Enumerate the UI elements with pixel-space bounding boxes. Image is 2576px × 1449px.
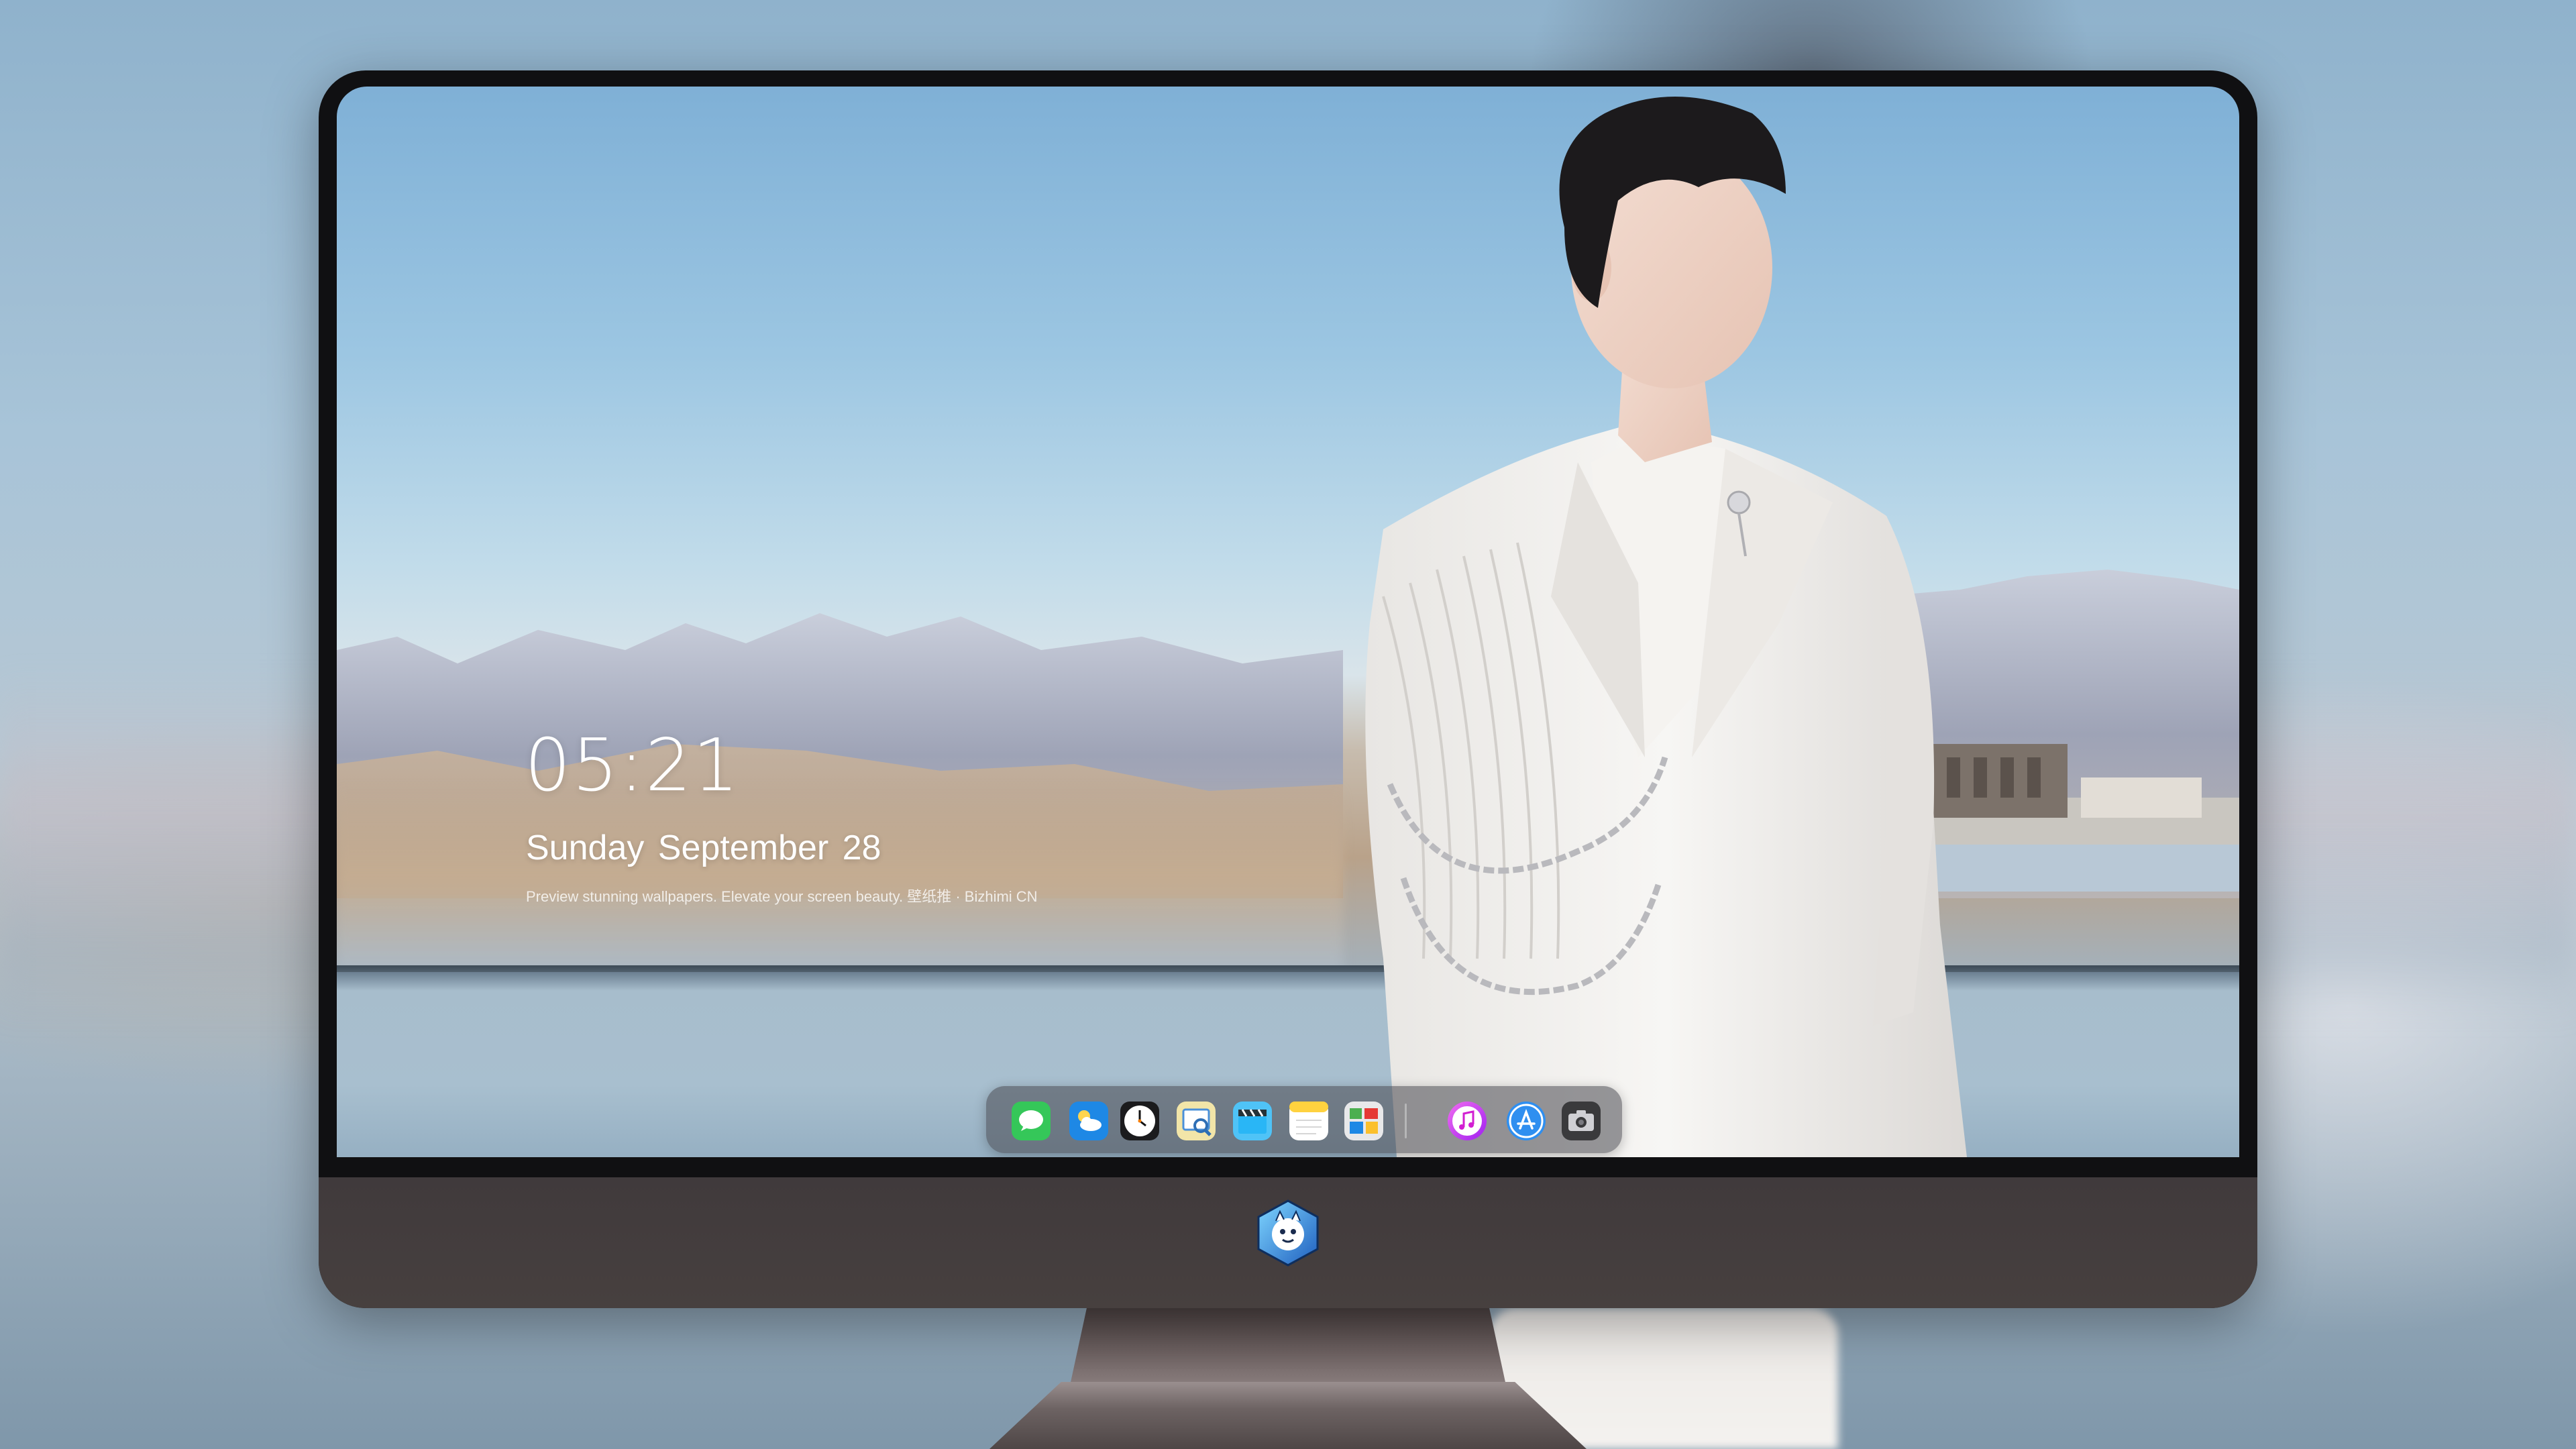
person-wallpaper bbox=[1365, 97, 1967, 1157]
mascot-logo-icon bbox=[1257, 1199, 1319, 1267]
monitor-stand-neck bbox=[1070, 1305, 1506, 1385]
photo-board-icon[interactable] bbox=[1344, 1102, 1383, 1140]
notes-icon[interactable] bbox=[1289, 1102, 1328, 1140]
messages-icon[interactable] bbox=[1012, 1102, 1051, 1140]
shore-haze bbox=[337, 784, 1343, 972]
weather-icon[interactable] bbox=[1069, 1102, 1108, 1140]
clock-date: Sunday September 28 bbox=[526, 828, 881, 867]
clapperboard-icon[interactable] bbox=[1233, 1102, 1272, 1140]
monitor: 05:21 Sunday September 28 Preview stunni… bbox=[319, 70, 2257, 1308]
clock-time: 05:21 bbox=[525, 724, 741, 808]
camera-icon[interactable] bbox=[1562, 1102, 1601, 1140]
screen: 05:21 Sunday September 28 Preview stunni… bbox=[337, 87, 2239, 1157]
app-store-icon[interactable] bbox=[1507, 1102, 1546, 1140]
music-icon[interactable] bbox=[1448, 1102, 1487, 1140]
dock bbox=[986, 1086, 1622, 1153]
monitor-stand-base bbox=[989, 1382, 1587, 1449]
clock-icon[interactable] bbox=[1120, 1102, 1159, 1140]
dock-separator bbox=[1405, 1104, 1407, 1138]
monitor-chin bbox=[319, 1177, 2257, 1308]
preview-icon[interactable] bbox=[1177, 1102, 1216, 1140]
wallpaper-tagline: Preview stunning wallpapers. Elevate you… bbox=[526, 888, 1038, 905]
